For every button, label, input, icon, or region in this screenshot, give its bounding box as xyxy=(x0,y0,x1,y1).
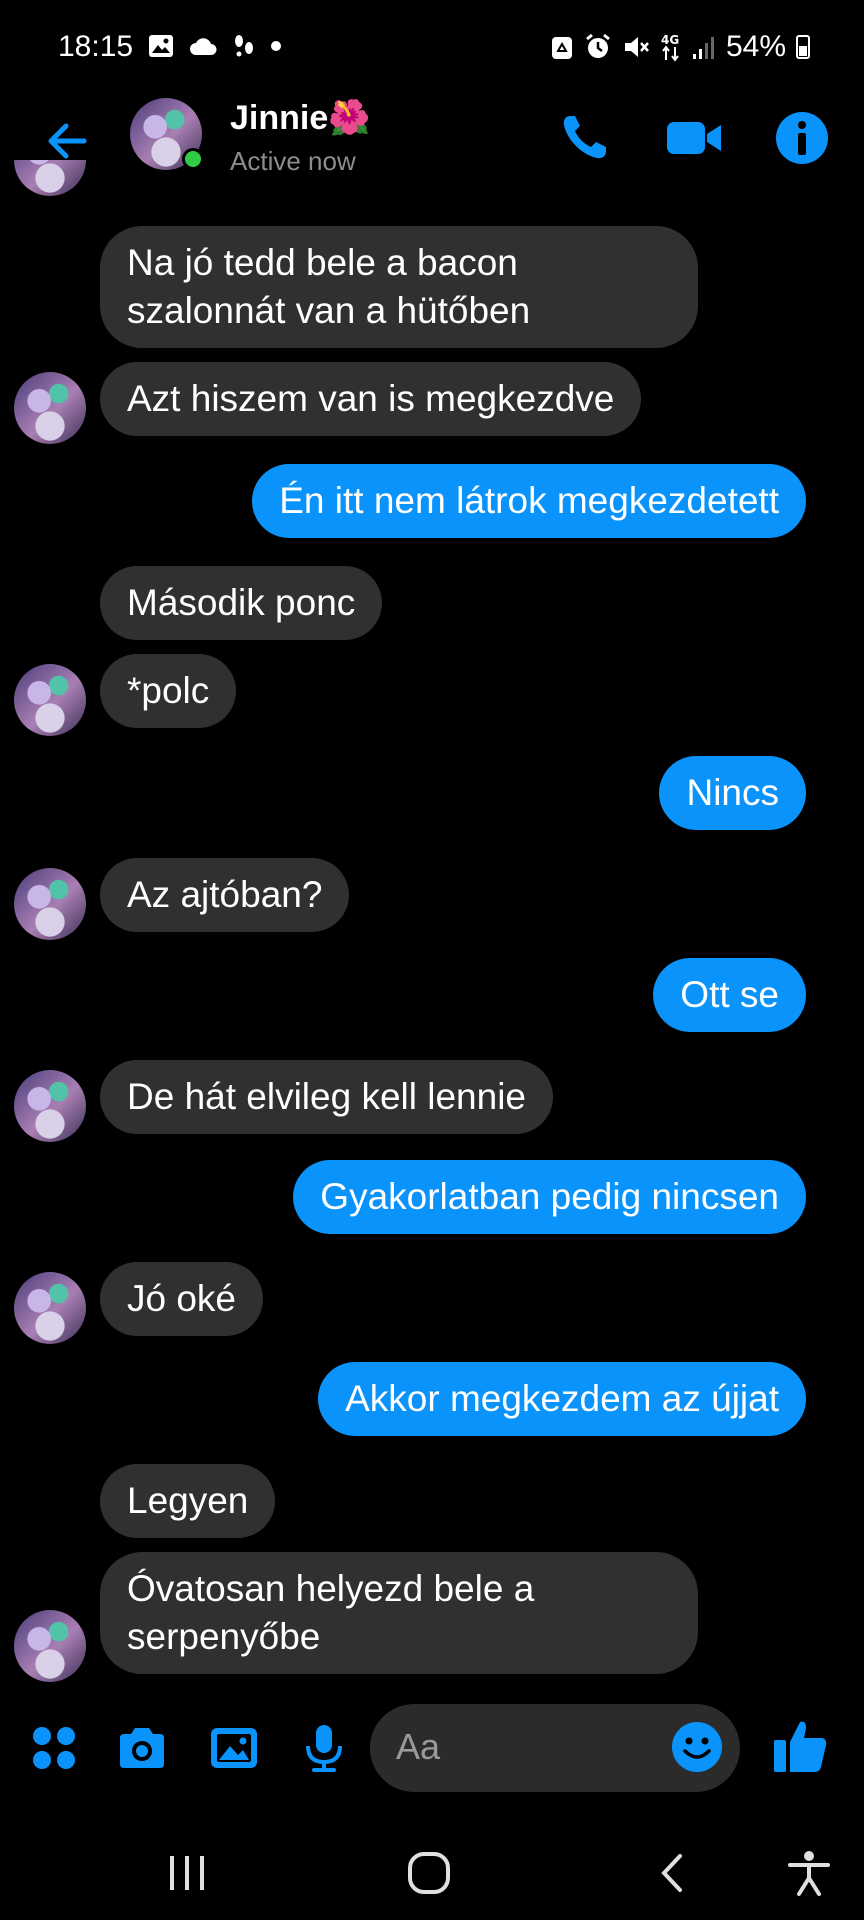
microphone-icon[interactable] xyxy=(298,1722,350,1774)
like-thumbs-up-icon[interactable] xyxy=(770,1716,830,1776)
sender-avatar xyxy=(14,372,86,444)
outgoing-message[interactable]: Gyakorlatban pedig nincsen xyxy=(293,1160,806,1234)
video-call-icon[interactable] xyxy=(664,110,724,166)
mute-icon xyxy=(624,37,649,57)
back-nav-icon[interactable] xyxy=(648,1848,698,1898)
incoming-message[interactable]: Jó oké xyxy=(100,1262,264,1336)
battery-icon xyxy=(796,35,810,59)
incoming-message[interactable]: Második ponc xyxy=(100,566,383,640)
back-arrow-icon[interactable] xyxy=(40,114,94,168)
incoming-message[interactable]: Azt hiszem van is megkezdve xyxy=(100,362,642,436)
contact-name[interactable]: Jinnie🌺 xyxy=(230,98,371,138)
home-icon[interactable] xyxy=(404,1848,454,1898)
status-time: 18:15 xyxy=(58,30,134,63)
alarm-icon xyxy=(586,33,610,58)
signal-icon xyxy=(692,37,714,59)
more-actions-grid-icon[interactable] xyxy=(28,1722,80,1774)
outgoing-message[interactable]: Nincs xyxy=(659,756,806,830)
info-icon[interactable] xyxy=(774,110,830,166)
outgoing-message[interactable]: Akkor megkezdem az újjat xyxy=(318,1362,806,1436)
recycle-icon xyxy=(551,37,572,59)
gallery-notification-icon xyxy=(149,35,173,57)
recent-apps-icon[interactable] xyxy=(162,1848,212,1898)
message-composer: Aa xyxy=(0,1700,864,1796)
conversation-header: Jinnie🌺 Active now xyxy=(0,96,864,196)
incoming-message[interactable]: Az ajtóban? xyxy=(100,858,350,932)
outgoing-message[interactable]: Én itt nem látrok megkezdetett xyxy=(252,464,806,538)
sender-avatar xyxy=(14,1070,86,1142)
incoming-message[interactable]: Óvatosan helyezd bele a serpenyőbe xyxy=(100,1552,698,1674)
incoming-message[interactable]: *polc xyxy=(100,654,237,728)
steps-notification-icon xyxy=(235,35,253,57)
incoming-message[interactable]: Na jó tedd bele a bacon szalonnát van a … xyxy=(100,226,698,348)
accessibility-icon[interactable] xyxy=(784,1848,834,1898)
phone-call-icon[interactable] xyxy=(556,110,612,166)
incoming-message[interactable]: Legyen xyxy=(100,1464,276,1538)
gallery-icon[interactable] xyxy=(208,1722,260,1774)
sender-avatar xyxy=(14,868,86,940)
svg-text:4G: 4G xyxy=(661,33,679,47)
status-bar: 18:15 4G 54% xyxy=(0,0,864,96)
emoji-icon[interactable] xyxy=(670,1720,724,1774)
cloud-notification-icon xyxy=(190,38,217,55)
system-navigation-bar xyxy=(0,1820,864,1920)
active-status: Active now xyxy=(230,146,356,176)
camera-icon[interactable] xyxy=(116,1722,168,1774)
online-indicator xyxy=(182,148,204,170)
more-notifications-dot-icon xyxy=(271,41,281,51)
message-input-placeholder: Aa xyxy=(396,1726,441,1767)
4g-data-icon: 4G xyxy=(661,33,679,62)
outgoing-message[interactable]: Ott se xyxy=(653,958,806,1032)
message-input[interactable]: Aa xyxy=(370,1704,740,1792)
incoming-message[interactable]: De hát elvileg kell lennie xyxy=(100,1060,554,1134)
sender-avatar xyxy=(14,1272,86,1344)
battery-percentage: 54% xyxy=(725,30,786,63)
sender-avatar xyxy=(14,664,86,736)
sender-avatar xyxy=(14,1610,86,1682)
